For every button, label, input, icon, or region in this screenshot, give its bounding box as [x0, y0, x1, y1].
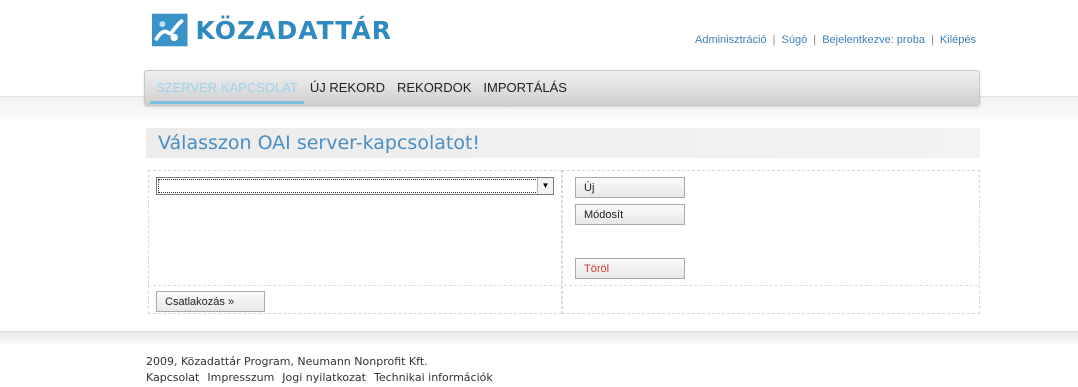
separator: |: [931, 34, 934, 46]
footer-link-tech[interactable]: Technikai információk: [374, 371, 493, 384]
copyright: 2009, Közadattár Program, Neumann Nonpro…: [146, 355, 428, 368]
help-link[interactable]: Súgó: [782, 34, 808, 46]
footer-link-contact[interactable]: Kapcsolat: [146, 371, 199, 384]
new-button[interactable]: Új: [575, 177, 685, 198]
divider: [148, 285, 978, 286]
tab-import[interactable]: IMPORTÁLÁS: [477, 72, 573, 104]
top-links: Adminisztráció | Súgó | Bejelentkezve: p…: [695, 34, 976, 46]
separator: |: [813, 34, 817, 46]
tab-records[interactable]: REKORDOK: [391, 72, 477, 104]
tab-new-record[interactable]: ÚJ REKORD: [304, 72, 391, 104]
main-nav: SZERVER KAPCSOLAT ÚJ REKORD REKORDOK IMP…: [150, 72, 573, 104]
footer-links: Kapcsolat Impresszum Jogi nyilatkozat Te…: [146, 371, 493, 384]
chevron-down-icon[interactable]: ▼: [537, 178, 553, 194]
footer-link-imprint[interactable]: Impresszum: [207, 371, 274, 384]
connect-button[interactable]: Csatlakozás »: [156, 291, 265, 312]
logo[interactable]: KÖZADATTÁR: [152, 8, 392, 52]
server-select[interactable]: ▼: [156, 177, 554, 195]
logged-in-user: Bejelentkezve: proba: [822, 34, 925, 46]
footer-band: [0, 331, 1078, 344]
delete-button[interactable]: Töröl: [575, 258, 685, 279]
logo-text: KÖZADATTÁR: [195, 15, 392, 45]
page-title: Válasszon OAI server-kapcsolatot!: [158, 132, 481, 154]
footer-link-legal[interactable]: Jogi nyilatkozat: [282, 371, 366, 384]
separator: |: [772, 34, 776, 46]
admin-link[interactable]: Adminisztráció: [695, 34, 767, 46]
tab-server-connection[interactable]: SZERVER KAPCSOLAT: [150, 72, 304, 104]
kozadattar-logo-icon: [152, 13, 188, 47]
modify-button[interactable]: Módosít: [575, 204, 685, 225]
logout-link[interactable]: Kilépés: [940, 34, 976, 46]
